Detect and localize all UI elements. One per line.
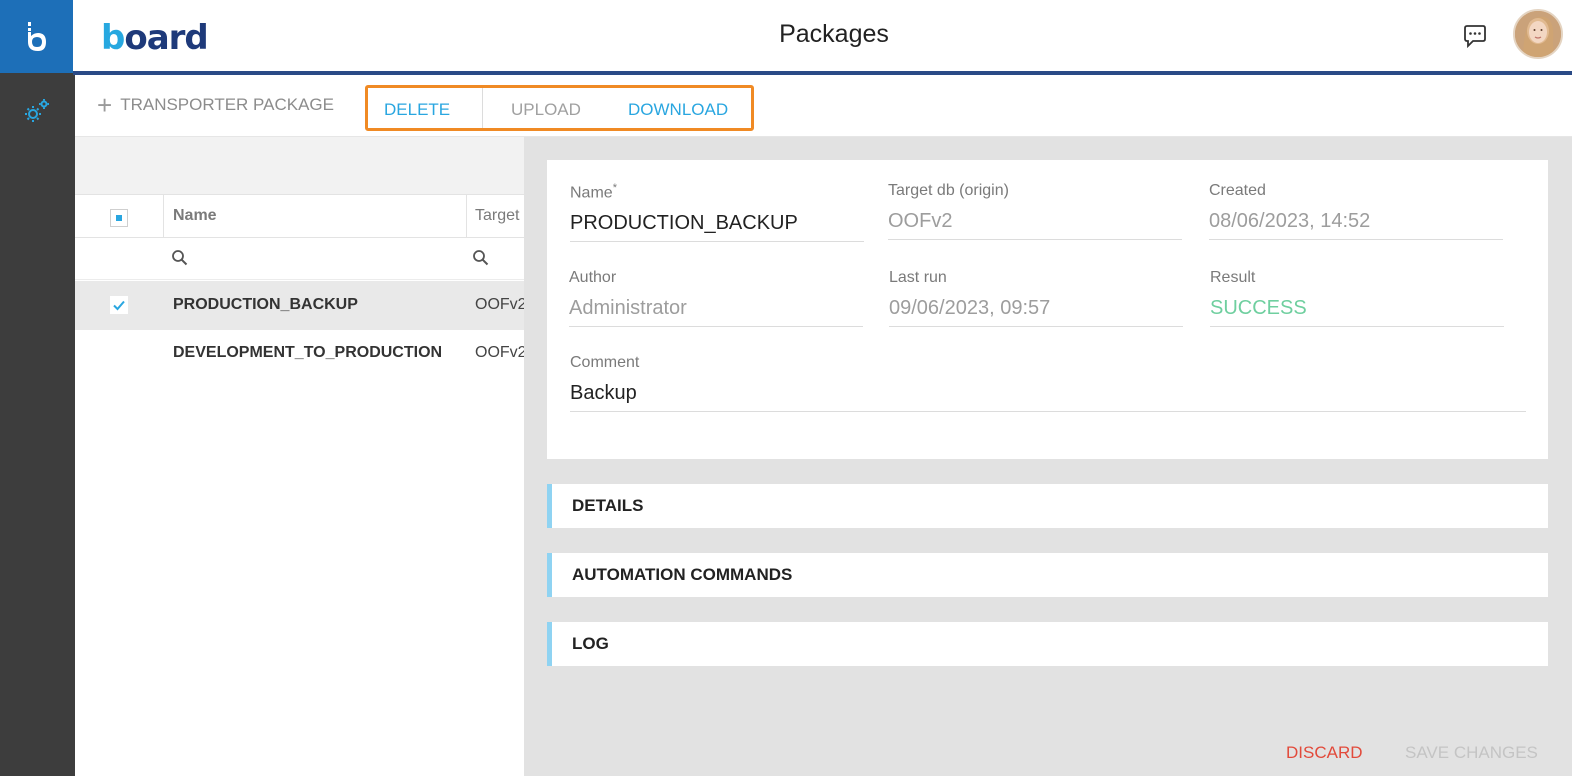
column-divider: [466, 195, 467, 238]
author-field: Author Administrator: [569, 269, 863, 327]
result-field: Result SUCCESS: [1210, 269, 1504, 327]
table-row[interactable]: DEVELOPMENT_TO_PRODUCTION OOFv2: [75, 330, 527, 379]
result-label: Result: [1210, 269, 1256, 286]
section-details[interactable]: DETAILS: [547, 484, 1548, 528]
left-rail: [0, 0, 75, 776]
column-header-target[interactable]: Target: [475, 207, 519, 225]
check-icon: [113, 300, 125, 311]
add-transporter-package-button[interactable]: + TRANSPORTER PACKAGE: [97, 90, 334, 120]
discard-button[interactable]: DISCARD: [1286, 743, 1363, 763]
toolbar-divider: [482, 88, 483, 128]
section-label: LOG: [572, 634, 609, 653]
page-title: Packages: [779, 20, 889, 48]
package-info-card: Name* PRODUCTION_BACKUP Target db (origi…: [547, 160, 1548, 459]
result-value: SUCCESS: [1210, 297, 1504, 327]
created-field: Created 08/06/2023, 14:52: [1209, 182, 1503, 240]
column-header-name[interactable]: Name: [173, 207, 217, 225]
section-label: AUTOMATION COMMANDS: [572, 565, 793, 584]
target-db-label: Target db (origin): [888, 182, 1009, 199]
author-label: Author: [569, 269, 617, 286]
row-checkbox[interactable]: [110, 296, 128, 314]
row-name: PRODUCTION_BACKUP: [173, 296, 358, 313]
created-label: Created: [1209, 182, 1266, 199]
comment-input[interactable]: Backup: [570, 382, 1526, 412]
search-icon[interactable]: [472, 249, 490, 267]
chat-button[interactable]: [1461, 22, 1489, 50]
last-run-label: Last run: [889, 269, 947, 286]
last-run-value: 09/06/2023, 09:57: [889, 297, 1183, 327]
table-row[interactable]: PRODUCTION_BACKUP OOFv2: [75, 281, 527, 330]
column-divider: [163, 195, 164, 238]
list-column-header: Name Target: [75, 195, 524, 238]
save-changes-button[interactable]: SAVE CHANGES: [1405, 743, 1538, 763]
section-automation-commands[interactable]: AUTOMATION COMMANDS: [547, 553, 1548, 597]
detail-pane: Name* PRODUCTION_BACKUP Target db (origi…: [524, 137, 1572, 776]
row-name: DEVELOPMENT_TO_PRODUCTION: [173, 344, 443, 361]
target-db-value: OOFv2: [888, 210, 1182, 240]
chat-icon: [1464, 25, 1486, 49]
comment-label: Comment: [570, 354, 640, 371]
settings-nav[interactable]: [21, 95, 53, 127]
section-log[interactable]: LOG: [547, 622, 1548, 666]
highlight-box: DELETE UPLOAD DOWNLOAD: [365, 85, 754, 131]
gear-icon: [25, 99, 49, 122]
filter-row: [75, 238, 524, 280]
search-icon[interactable]: [171, 249, 189, 267]
user-avatar[interactable]: [1513, 9, 1563, 59]
comment-field: Comment Backup: [570, 354, 1526, 412]
package-list: Name Target PRODUCTION_BACKUP OOFv2 DEVE…: [75, 137, 527, 776]
board-logo-icon: [27, 21, 46, 51]
plus-icon: +: [97, 90, 113, 120]
list-top-area: [75, 137, 524, 195]
add-label: TRANSPORTER PACKAGE: [120, 95, 334, 114]
author-value: Administrator: [569, 297, 863, 327]
last-run-field: Last run 09/06/2023, 09:57: [889, 269, 1183, 327]
toolbar: + TRANSPORTER PACKAGE DELETE UPLOAD DOWN…: [75, 75, 1572, 137]
avatar-icon: [1515, 11, 1561, 57]
created-value: 08/06/2023, 14:52: [1209, 210, 1503, 240]
delete-button[interactable]: DELETE: [384, 100, 450, 120]
name-input[interactable]: PRODUCTION_BACKUP: [570, 212, 864, 243]
row-target: OOFv2: [475, 344, 527, 361]
select-all-checkbox[interactable]: [110, 209, 128, 227]
upload-button[interactable]: UPLOAD: [511, 100, 581, 120]
row-target: OOFv2: [475, 296, 527, 313]
required-marker: *: [612, 182, 617, 194]
name-label: Name: [570, 184, 613, 202]
top-header: board Packages: [73, 0, 1572, 71]
section-label: DETAILS: [572, 496, 644, 515]
download-button[interactable]: DOWNLOAD: [628, 100, 728, 120]
target-db-field: Target db (origin) OOFv2: [888, 182, 1182, 240]
name-field: Name* PRODUCTION_BACKUP: [570, 182, 864, 243]
app-logo[interactable]: [0, 0, 73, 73]
